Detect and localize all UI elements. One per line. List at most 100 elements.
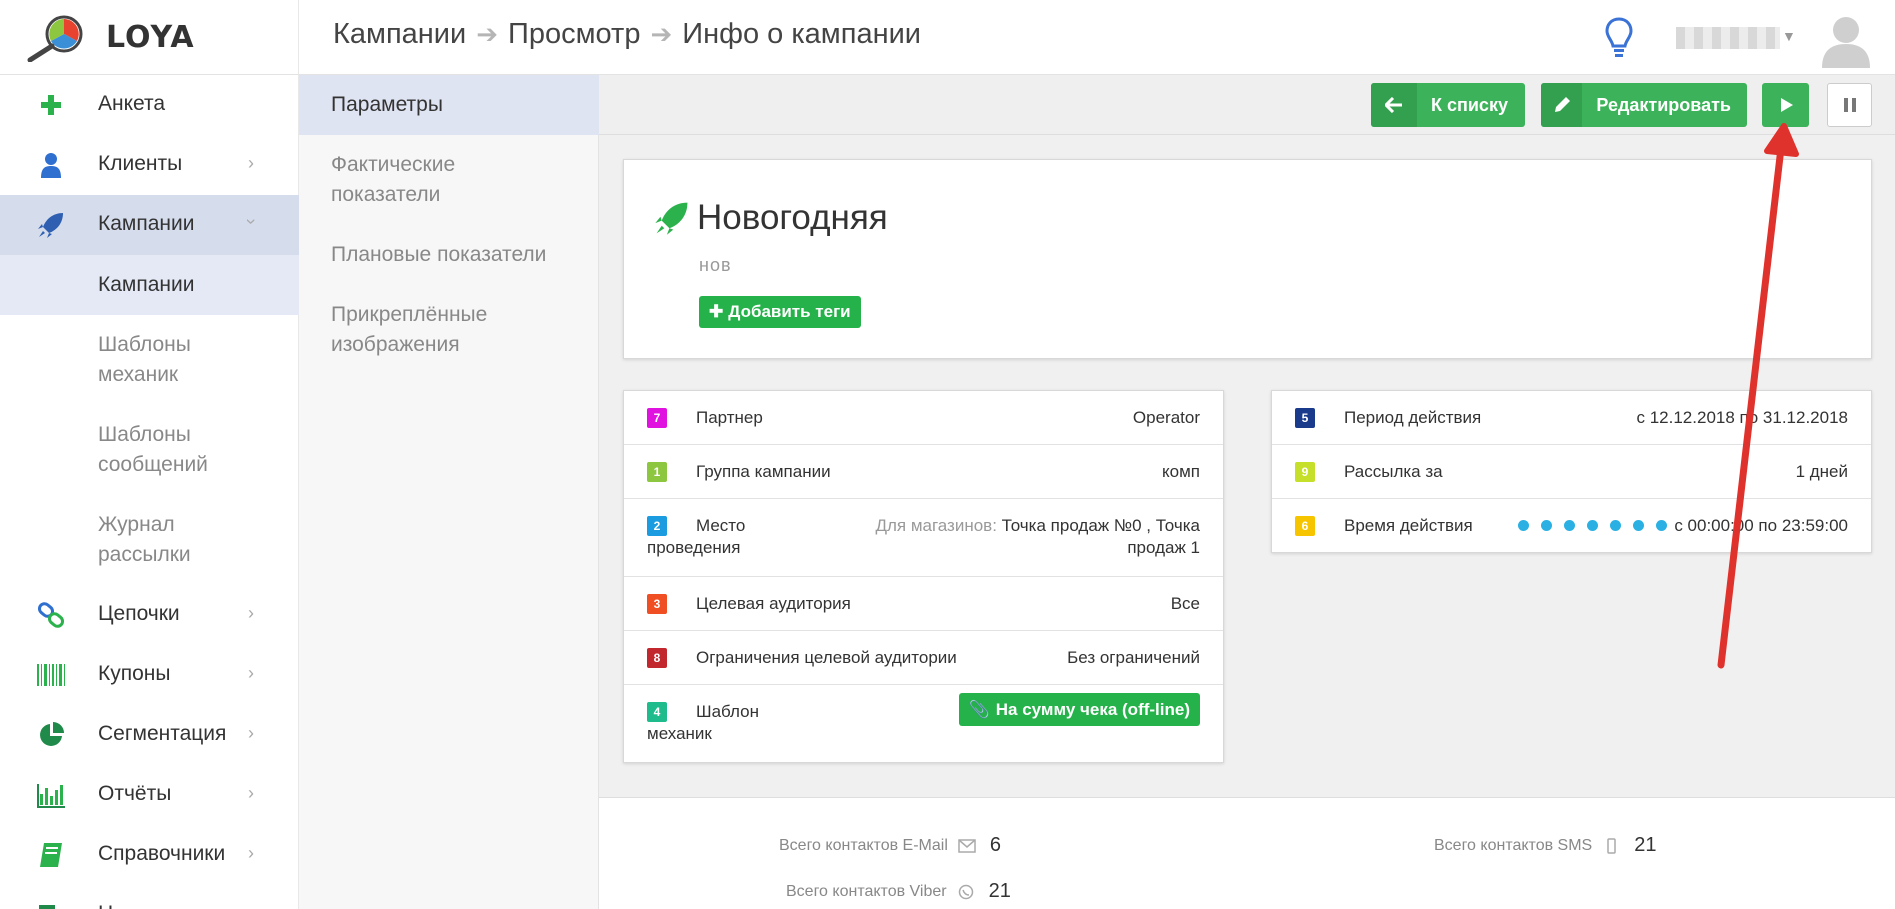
arrow-right-icon: ➔ xyxy=(476,19,499,49)
chevron-right-icon: › xyxy=(248,783,254,803)
sidebar-item-label: Сегментация xyxy=(98,722,227,745)
sidebar-subitem-mechanics-templates[interactable]: Шаблоны механик xyxy=(0,315,299,405)
param-value: с 12.12.2018 по 31.12.2018 xyxy=(1636,408,1849,427)
logo-icon xyxy=(27,15,83,62)
weekday-dot xyxy=(1518,520,1529,531)
chevron-right-icon: › xyxy=(248,723,254,743)
param-value: Все xyxy=(1170,594,1200,613)
back-to-list-button[interactable]: К списку xyxy=(1371,83,1525,127)
weekday-dot xyxy=(1587,520,1598,531)
sidebar-item-segmentation[interactable]: Сегментация › xyxy=(0,705,299,765)
sidebar-item-references[interactable]: Справочники › xyxy=(0,825,299,885)
number-badge: 2 xyxy=(647,516,667,536)
tab-label: Плановые показатели xyxy=(331,243,547,266)
sidebar-item-campaigns[interactable]: Кампании › xyxy=(0,195,299,255)
arrow-left-icon xyxy=(1371,83,1417,127)
edit-button[interactable]: Редактировать xyxy=(1541,83,1747,127)
logo[interactable]: LOYA xyxy=(0,0,299,75)
param-row-mechanic-template: 4 Шаблон механик 📎 На сумму чека (off-li… xyxy=(624,685,1223,763)
campaign-params-card: 7 Партнер Operator 1 Группа кампании ком… xyxy=(623,390,1224,763)
chevron-down-icon[interactable]: ▼ xyxy=(1782,28,1796,44)
campaign-title: Новогодняя xyxy=(697,198,888,237)
user-icon xyxy=(36,150,66,180)
weekday-dot xyxy=(1564,520,1575,531)
param-value: комп xyxy=(1162,462,1200,481)
sidebar-item-label: Справочники xyxy=(98,842,226,865)
logo-text: LOYA xyxy=(106,20,195,55)
add-tags-button[interactable]: ✚ Добавить теги xyxy=(699,296,861,328)
sidebar-item-chains[interactable]: Цепочки › xyxy=(0,585,299,645)
breadcrumb-item[interactable]: Кампании xyxy=(333,18,466,51)
start-button[interactable] xyxy=(1762,83,1809,127)
avatar[interactable] xyxy=(1818,10,1874,68)
param-label: Целевая аудитория xyxy=(696,594,851,613)
sidebar-subitem-campaigns[interactable]: Кампании xyxy=(0,255,299,315)
param-value-line2: продаж 1 xyxy=(1127,538,1200,557)
breadcrumb: Кампании ➔ Просмотр ➔ Инфо о кампании xyxy=(333,18,921,51)
sidebar-item-label: Клиенты xyxy=(98,152,183,175)
param-label: Группа кампании xyxy=(696,462,831,481)
stat-value: 6 xyxy=(989,834,1001,856)
weekday-dot xyxy=(1633,520,1644,531)
weekday-dot xyxy=(1541,520,1552,531)
tab-actual-indicators[interactable]: Фактические показатели xyxy=(299,150,599,225)
chevron-right-icon: › xyxy=(248,843,254,863)
sidebar-subitem-mailing-log[interactable]: Журнал рассылки xyxy=(0,495,299,585)
stat-label: Всего контактов E-Mail xyxy=(779,836,948,854)
pause-icon xyxy=(1843,98,1856,112)
param-label: Время действия xyxy=(1344,516,1473,535)
lightbulb-icon[interactable] xyxy=(1604,16,1634,60)
sidebar-item-label: Кампании xyxy=(98,212,195,235)
weekday-dot xyxy=(1610,520,1621,531)
tab-label: Фактические показатели xyxy=(331,153,456,206)
arrow-right-icon: ➔ xyxy=(650,19,673,49)
pause-button[interactable] xyxy=(1827,83,1872,127)
tab-attached-images[interactable]: Прикреплённые изображения xyxy=(299,300,599,375)
breadcrumb-item[interactable]: Просмотр xyxy=(508,18,640,51)
tab-planned-indicators[interactable]: Плановые показатели xyxy=(299,240,599,285)
param-row-location: 2 Место проведения Для магазинов: Точка … xyxy=(624,499,1223,577)
param-label-line2: проведения xyxy=(647,538,741,557)
param-row-audience-limits: 8 Ограничения целевой аудитории Без огра… xyxy=(624,631,1223,685)
chevron-right-icon: › xyxy=(248,153,254,173)
toolbar: К списку Редактировать xyxy=(599,75,1895,135)
sidebar-subitem-message-templates[interactable]: Шаблоны сообщений xyxy=(0,405,299,495)
sidebar-item-export[interactable]: Н xyxy=(0,885,299,909)
sidebar-item-label: Анкета xyxy=(98,92,166,115)
sidebar-item-anketa[interactable]: Анкета xyxy=(0,75,299,135)
number-badge: 5 xyxy=(1295,408,1315,428)
number-badge: 6 xyxy=(1295,516,1315,536)
chevron-down-icon: › xyxy=(241,218,262,225)
param-value-text: Точка продаж №0 , Точка xyxy=(1001,516,1200,535)
stat-label: Всего контактов Viber xyxy=(786,882,947,900)
stat-sms: Всего контактов SMS 21 xyxy=(1434,834,1656,857)
sidebar-item-coupons[interactable]: Купоны › xyxy=(0,645,299,705)
param-label-line2: механик xyxy=(647,724,712,743)
sidebar-item-reports[interactable]: Отчёты › xyxy=(0,765,299,825)
breadcrumb-item: Инфо о кампании xyxy=(682,18,921,50)
tab-parameters[interactable]: Параметры xyxy=(299,75,599,135)
weekday-dot xyxy=(1656,520,1667,531)
book-icon xyxy=(36,840,66,870)
param-row-audience: 3 Целевая аудитория Все xyxy=(624,577,1223,631)
chevron-right-icon: › xyxy=(248,603,254,623)
pencil-icon xyxy=(1541,83,1583,127)
bar-chart-icon xyxy=(36,780,66,810)
param-label: Партнер xyxy=(696,408,763,427)
chevron-right-icon: › xyxy=(248,663,254,683)
param-row-time: 6 Время действия с 00:00:00 по 23:59:00 xyxy=(1272,499,1871,553)
param-row-mailing: 9 Рассылка за 1 дней xyxy=(1272,445,1871,499)
param-row-group: 1 Группа кампании комп xyxy=(624,445,1223,499)
rocket-icon xyxy=(655,202,688,235)
sidebar-item-clients[interactable]: Клиенты › xyxy=(0,135,299,195)
number-badge: 8 xyxy=(647,648,667,668)
plus-icon xyxy=(36,90,66,120)
user-name[interactable] xyxy=(1676,27,1780,49)
stat-value: 21 xyxy=(988,880,1011,902)
sidebar: Анкета Клиенты › Кампании › Кампании Шаб… xyxy=(0,75,299,909)
button-label: К списку xyxy=(1431,94,1508,115)
param-row-period: 5 Период действия с 12.12.2018 по 31.12.… xyxy=(1272,391,1871,445)
mechanic-template-button[interactable]: 📎 На сумму чека (off-line) xyxy=(958,693,1200,726)
weekday-dots xyxy=(1518,520,1667,531)
chain-icon xyxy=(36,600,66,630)
